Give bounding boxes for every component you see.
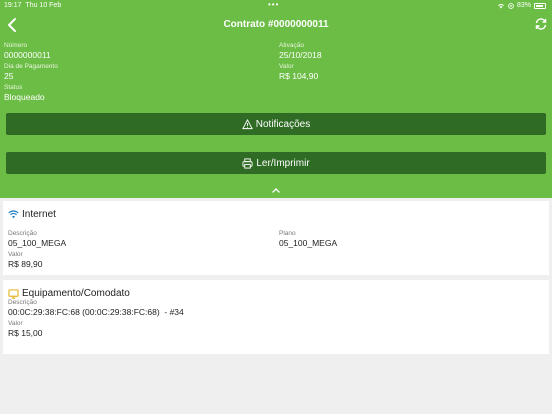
ler-imprimir-button[interactable]: Ler/Imprimir xyxy=(6,152,546,174)
wifi-icon xyxy=(8,210,19,219)
field-numero: Número 0000000011 xyxy=(4,42,51,60)
internet-card: Internet Descrição 05_100_MEGA Plano 05_… xyxy=(3,201,549,275)
battery-percent: 83% xyxy=(516,2,531,9)
status-time: 19:17 Thu 10 Feb xyxy=(4,2,62,9)
field-ativacao: Ativação 25/10/2018 xyxy=(279,42,322,60)
warning-icon xyxy=(241,118,253,129)
contract-header: Contrato #0000000011 Número 0000000011 A… xyxy=(0,12,552,198)
internet-plano: Plano 05_100_MEGA xyxy=(279,230,338,248)
field-status: Status Bloqueado xyxy=(4,84,45,102)
internet-title: Internet xyxy=(8,209,56,220)
printer-icon xyxy=(242,157,253,169)
equipamento-title: Equipamento/Comodato xyxy=(8,288,130,299)
equipamento-card: Equipamento/Comodato Descrição 00:0C:29:… xyxy=(3,280,549,354)
equipamento-valor: Valor R$ 15,00 xyxy=(8,320,43,338)
equipamento-descricao: Descrição 00:0C:29:38:FC:68 (00:0C:29:38… xyxy=(8,299,184,317)
wifi-status-icon xyxy=(497,3,504,8)
multitask-dots[interactable]: ••• xyxy=(268,0,279,9)
refresh-icon[interactable] xyxy=(534,17,548,31)
field-dia-pagamento: Dia de Pagamento 25 xyxy=(4,63,58,81)
field-valor: Valor R$ 104,90 xyxy=(279,63,319,81)
internet-valor: Valor R$ 89,90 xyxy=(8,251,43,269)
internet-descricao: Descrição 05_100_MEGA xyxy=(8,230,67,248)
notificacoes-button[interactable]: Notificações xyxy=(6,113,546,135)
location-status-icon xyxy=(508,2,514,9)
chevron-up-icon[interactable] xyxy=(270,185,282,195)
monitor-icon xyxy=(8,288,19,299)
page-title: Contrato #0000000011 xyxy=(223,19,329,30)
battery-icon xyxy=(534,2,546,9)
status-right: 83% xyxy=(497,2,546,9)
status-bar: 19:17 Thu 10 Feb ••• 83% xyxy=(0,0,552,12)
